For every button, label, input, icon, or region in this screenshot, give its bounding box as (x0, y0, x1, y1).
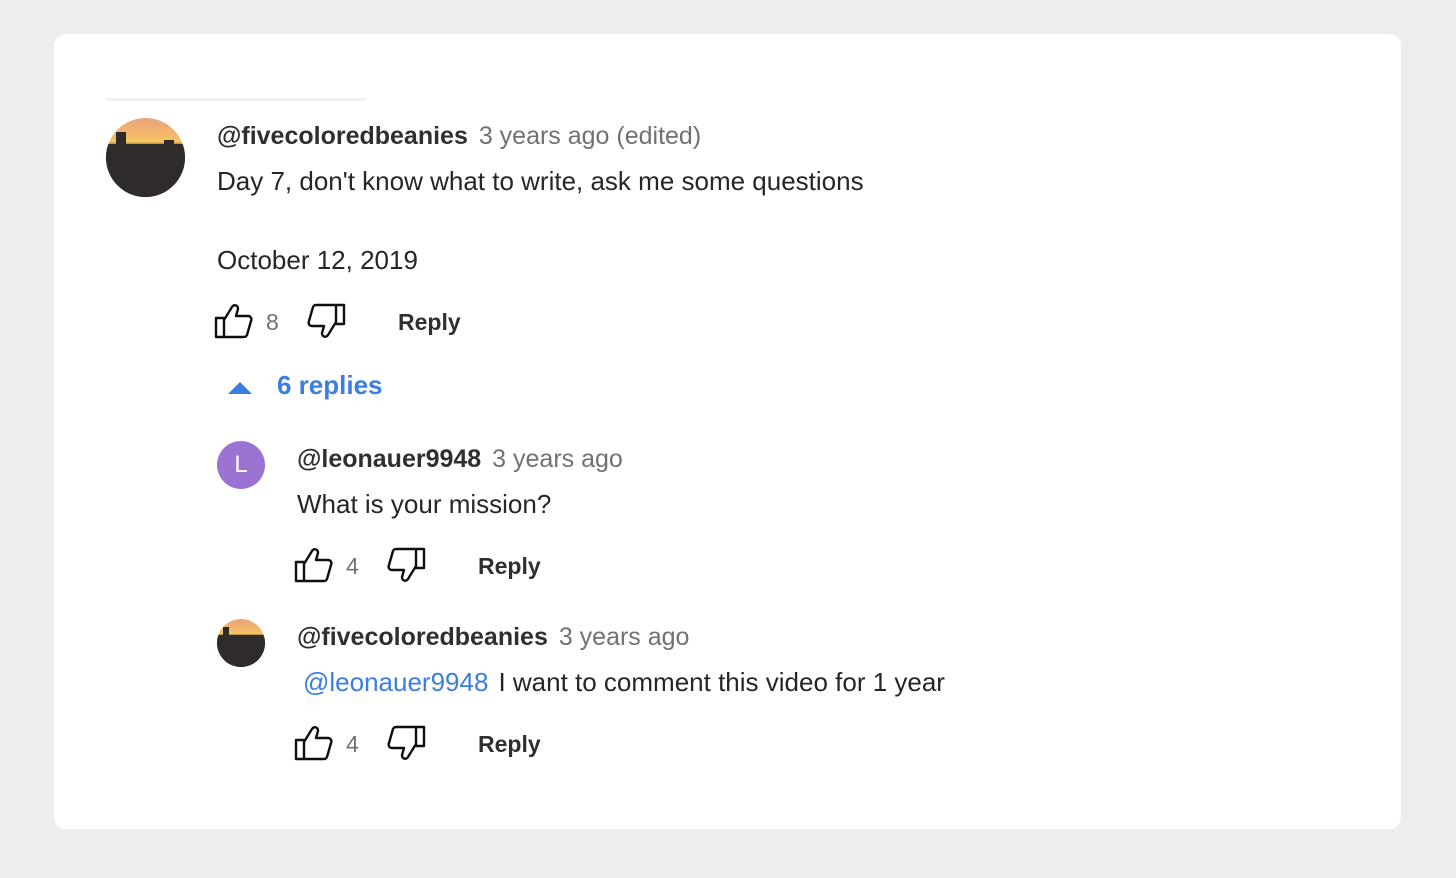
reply-button[interactable]: Reply (478, 731, 541, 758)
comment-header: @fivecoloredbeanies 3 years ago (edited) (217, 122, 701, 151)
mention-link[interactable]: @leonauer9948 (303, 667, 488, 697)
thumbs-up-icon[interactable] (294, 545, 334, 585)
replies-count: 6 replies (277, 370, 383, 400)
thumbs-down-icon[interactable] (386, 723, 426, 763)
like-count: 4 (346, 553, 359, 579)
like-count: 4 (346, 731, 359, 757)
reply-avatar[interactable]: L (217, 441, 265, 489)
reply-author[interactable]: @leonauer9948 (297, 445, 481, 473)
reply-button[interactable]: Reply (478, 553, 541, 580)
reply-text-content: I want to comment this video for 1 year (498, 667, 945, 697)
comment-text-line1: Day 7, don't know what to write, ask me … (217, 166, 864, 196)
reply-text: @leonauer9948 I want to comment this vide… (303, 667, 945, 698)
reply-timestamp[interactable]: 3 years ago (492, 445, 623, 473)
thumbs-up-icon[interactable] (294, 723, 334, 763)
reply-header: @fivecoloredbeanies 3 years ago (297, 623, 689, 652)
reply-button[interactable]: Reply (398, 309, 461, 336)
comment-actions: 8 Reply (214, 301, 514, 341)
reply-avatar[interactable] (217, 619, 265, 667)
reply-text: What is your mission? (297, 489, 552, 519)
reply-actions: 4 Reply (294, 545, 594, 585)
thumbs-down-icon[interactable] (306, 301, 346, 341)
reply-timestamp[interactable]: 3 years ago (559, 623, 690, 651)
section-divider (106, 98, 366, 101)
reply-header: @leonauer9948 3 years ago (297, 445, 623, 474)
caret-up-icon (228, 382, 252, 394)
author-avatar[interactable] (106, 118, 185, 197)
thumbs-up-icon[interactable] (214, 301, 254, 341)
like-count: 8 (266, 309, 279, 335)
comment-text-line2: October 12, 2019 (217, 245, 418, 275)
comment-author[interactable]: @fivecoloredbeanies (217, 122, 468, 150)
comment-timestamp[interactable]: 3 years ago (edited) (479, 122, 701, 150)
reply-author[interactable]: @fivecoloredbeanies (297, 623, 548, 651)
thumbs-down-icon[interactable] (386, 545, 426, 585)
avatar-letter: L (234, 451, 248, 478)
reply-actions: 4 Reply (294, 723, 594, 763)
comment-thread-card: @fivecoloredbeanies 3 years ago (edited)… (54, 34, 1401, 829)
